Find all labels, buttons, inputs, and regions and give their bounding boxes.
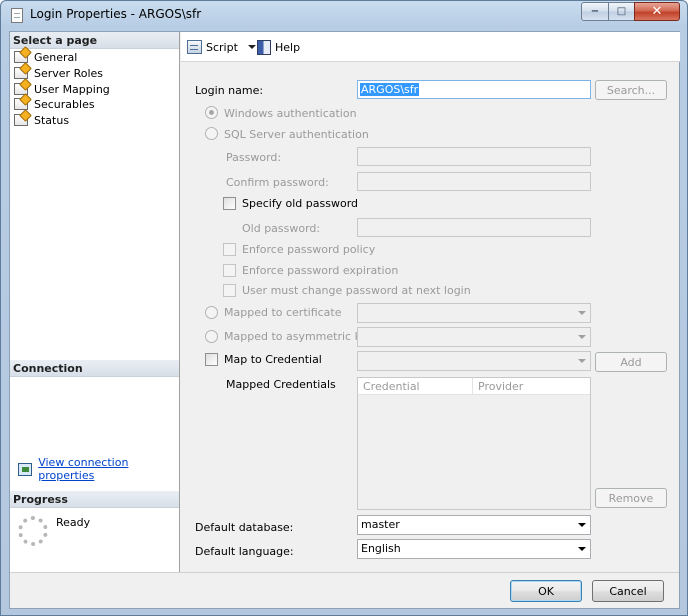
general-page-content: Login name: ARGOS\sfr Search... Windows … [181,63,680,572]
windows-auth-radio[interactable] [205,106,218,119]
column-header-provider[interactable]: Provider [473,378,590,394]
footer-divider [10,572,679,573]
default-language-label: Default language: [195,545,294,558]
mapped-certificate-radio[interactable] [205,306,218,319]
old-password-input[interactable] [357,218,591,237]
sql-auth-label: SQL Server authentication [224,128,369,141]
page-icon [14,67,28,79]
enforce-policy-checkbox[interactable] [223,243,236,256]
chevron-down-icon [578,311,586,315]
script-dropdown-arrow-icon[interactable] [247,45,256,49]
script-button[interactable]: Script [187,40,256,54]
connection-header: Connection [10,360,179,377]
page-item-status[interactable]: Status [14,112,69,128]
login-name-input[interactable]: ARGOS\sfr [357,80,591,99]
dialog-client: Select a page General Server Roles User … [9,31,680,609]
default-database-label: Default database: [195,521,294,534]
dialog-window: Login Properties - ARGOS\sfr − □ ✕ Selec… [0,0,688,616]
help-icon [257,40,271,55]
help-button[interactable]: Help [257,40,300,55]
page-item-server-roles[interactable]: Server Roles [14,65,103,81]
enforce-policy-label: Enforce password policy [242,243,376,256]
map-credential-label: Map to Credential [224,353,322,366]
page-label: Status [34,113,70,127]
old-password-label: Old password: [242,222,321,235]
progress-status: Ready [56,516,91,529]
mapped-credentials-label: Mapped Credentials [226,378,336,391]
select-page-header: Select a page [10,32,179,49]
page-label: Securables [34,97,95,111]
asym-key-combo[interactable] [357,327,591,347]
title-bar[interactable]: Login Properties - ARGOS\sfr − □ ✕ [1,1,687,29]
chevron-down-icon [578,547,586,551]
mapped-asym-key-label: Mapped to asymmetric key [224,330,374,343]
credential-combo[interactable] [357,351,591,371]
script-label: Script [206,40,238,54]
mapped-asym-key-radio[interactable] [205,330,218,343]
page-label: General [34,50,78,64]
specify-old-password-checkbox[interactable] [223,197,236,210]
script-icon [187,40,202,54]
windows-auth-label: Windows authentication [224,107,357,120]
grid-header: Credential Provider [358,378,590,395]
confirm-password-label: Confirm password: [226,176,329,189]
help-label: Help [275,41,301,54]
close-button[interactable]: ✕ [634,2,680,21]
must-change-label: User must change password at next login [242,284,471,297]
view-connection-properties-link[interactable]: View connection properties [38,456,179,482]
page-icon [14,98,28,110]
chevron-down-icon [578,523,586,527]
column-header-credential[interactable]: Credential [358,378,473,394]
certificate-combo[interactable] [357,303,591,323]
default-database-value: master [361,518,400,531]
remove-button[interactable]: Remove [595,488,667,508]
sql-auth-radio[interactable] [205,127,218,140]
search-button[interactable]: Search... [595,80,667,100]
chevron-down-icon [578,335,586,339]
progress-header: Progress [10,491,179,508]
enforce-expiration-checkbox[interactable] [223,264,236,277]
map-credential-checkbox[interactable] [205,353,218,366]
must-change-checkbox[interactable] [223,284,236,297]
connection-properties-icon [18,462,33,476]
password-label: Password: [226,151,282,164]
page-label: User Mapping [34,82,110,96]
minimize-button[interactable]: − [581,2,609,21]
chevron-down-icon [578,359,586,363]
add-button[interactable]: Add [595,352,667,372]
mapped-credentials-grid[interactable]: Credential Provider [357,377,591,510]
toolbar: Script Help [181,32,680,62]
document-icon [11,8,23,23]
page-label: Server Roles [34,66,104,80]
page-icon [14,114,28,126]
cancel-button[interactable]: Cancel [592,580,664,602]
default-database-select[interactable]: master [357,515,591,535]
window-title: Login Properties - ARGOS\sfr [30,7,202,21]
page-icon [14,51,28,63]
default-language-value: English [361,542,401,555]
progress-spinner-icon [18,516,48,546]
login-name-label: Login name: [195,84,264,97]
password-input[interactable] [357,147,591,166]
specify-old-password-label: Specify old password [242,197,359,210]
default-language-select[interactable]: English [357,539,591,559]
page-item-user-mapping[interactable]: User Mapping [14,81,110,97]
login-name-value: ARGOS\sfr [360,83,420,96]
page-selector-pane: Select a page General Server Roles User … [10,32,180,572]
maximize-button[interactable]: □ [608,2,635,21]
enforce-expiration-label: Enforce password expiration [242,264,399,277]
ok-button[interactable]: OK [510,580,582,602]
mapped-certificate-label: Mapped to certificate [224,306,342,319]
confirm-password-input[interactable] [357,172,591,191]
view-connection-properties[interactable]: View connection properties [18,456,179,482]
